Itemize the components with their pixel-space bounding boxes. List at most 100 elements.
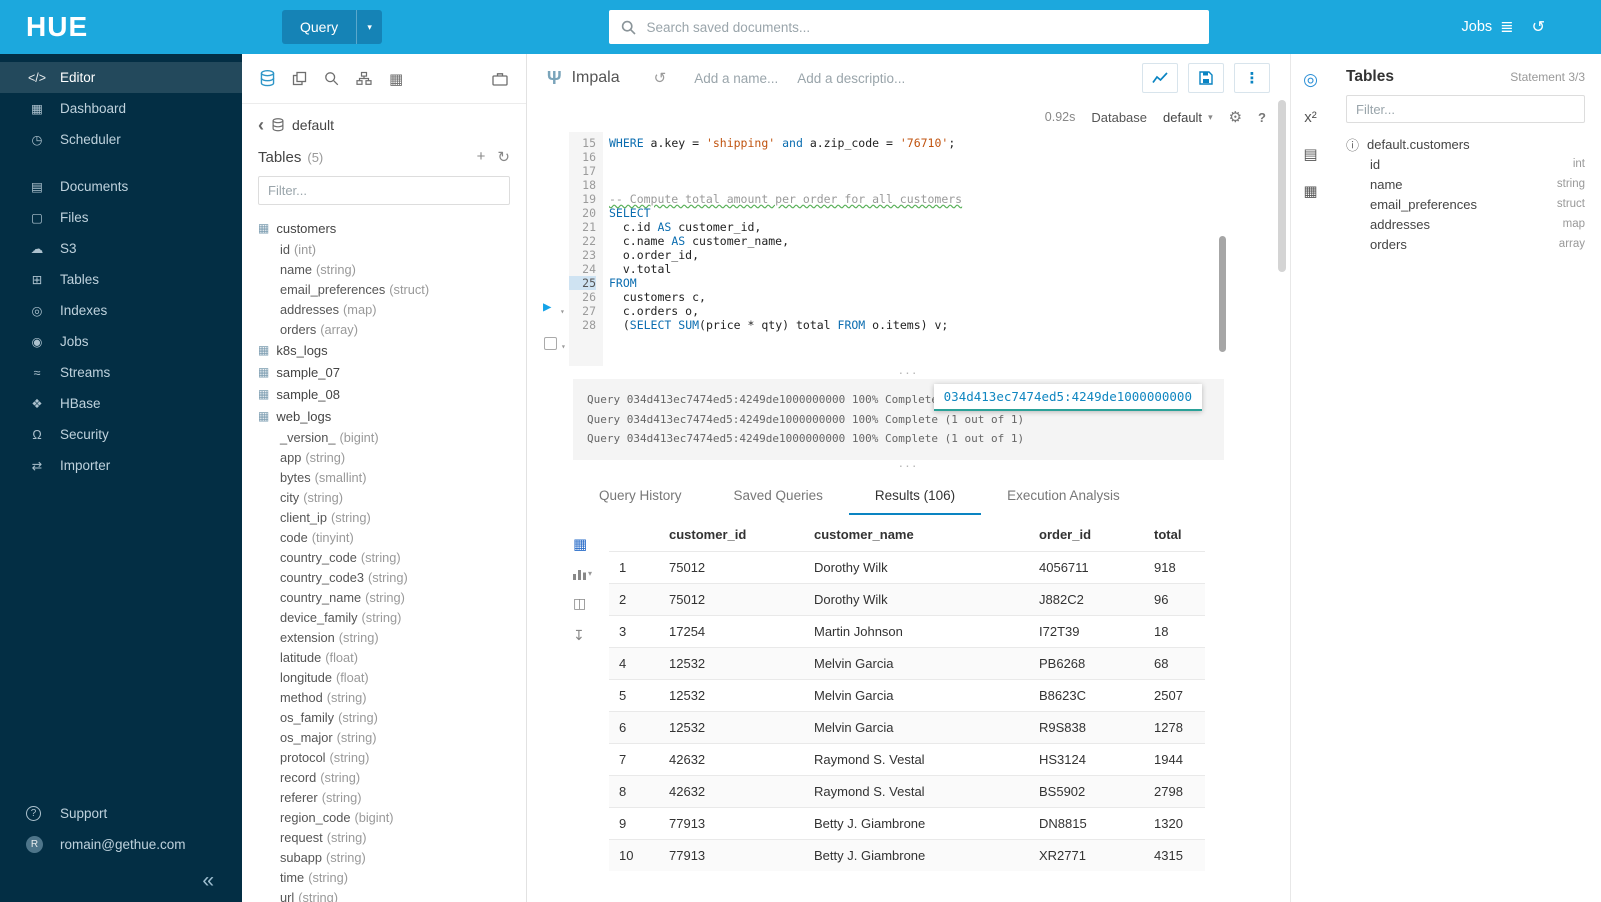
result-cell[interactable]: Raymond S. Vestal <box>804 743 1029 775</box>
assist-column-region-code[interactable]: region_code (bigint) <box>258 807 510 827</box>
databases-icon[interactable] <box>260 70 275 87</box>
assist-column-record[interactable]: record (string) <box>258 767 510 787</box>
assist-column-client-ip[interactable]: client_ip (string) <box>258 507 510 527</box>
query-id-popup[interactable]: 034d413ec7474ed5:4249de1000000000 <box>934 384 1202 411</box>
assist-column-os-major[interactable]: os_major (string) <box>258 727 510 747</box>
sidebar-item-support[interactable]: ? Support <box>0 798 242 829</box>
zoom-icon[interactable] <box>324 71 339 86</box>
history-icon[interactable]: ↺ <box>1532 17 1545 37</box>
result-cell[interactable]: PB6268 <box>1029 647 1144 679</box>
assist-table-sample-08[interactable]: ▦sample_08 <box>258 383 510 405</box>
result-cell[interactable]: 1278 <box>1144 711 1205 743</box>
results-col-total[interactable]: total <box>1144 519 1205 552</box>
sidebar-item-scheduler[interactable]: ◷Scheduler <box>0 124 242 155</box>
result-row[interactable]: 275012Dorothy WilkJ882C296 <box>609 583 1205 615</box>
tab-execution-analysis[interactable]: Execution Analysis <box>981 479 1146 515</box>
sitemap-icon[interactable] <box>356 71 372 86</box>
result-cell[interactable]: 12532 <box>659 679 804 711</box>
results-col-index[interactable] <box>609 519 659 552</box>
assist-column-orders[interactable]: orders (array) <box>258 319 510 339</box>
assist-column-referer[interactable]: referer (string) <box>258 787 510 807</box>
query-description-input[interactable] <box>795 70 920 87</box>
result-cell[interactable]: 12532 <box>659 647 804 679</box>
sidebar-collapse-button[interactable]: « <box>0 860 242 902</box>
execute-button[interactable]: ▶ <box>543 300 551 314</box>
save-button[interactable] <box>1188 63 1224 93</box>
assist-table-sample-07[interactable]: ▦sample_07 <box>258 361 510 383</box>
current-database[interactable]: default <box>292 117 334 133</box>
assist-column-addresses[interactable]: addresses (map) <box>258 299 510 319</box>
code-editor[interactable]: ▶ ▾ ▾ 1516171819202122232425262728 WHERE… <box>527 132 1290 366</box>
ra-column-email-preferences[interactable]: email_preferencesstruct <box>1346 194 1585 214</box>
assist-column-url[interactable]: url (string) <box>258 887 510 902</box>
results-col-customer-name[interactable]: customer_name <box>804 519 1029 552</box>
assist-column-app[interactable]: app (string) <box>258 447 510 467</box>
ra-column-orders[interactable]: ordersarray <box>1346 234 1585 254</box>
result-cell[interactable]: Dorothy Wilk <box>804 583 1029 615</box>
sidebar-item-dashboard[interactable]: ▦Dashboard <box>0 93 242 124</box>
assist-column-bytes[interactable]: bytes (smallint) <box>258 467 510 487</box>
tab-saved-queries[interactable]: Saved Queries <box>708 479 849 515</box>
assist-table-web-logs[interactable]: ▦web_logs <box>258 405 510 427</box>
result-cell[interactable]: Martin Johnson <box>804 615 1029 647</box>
tab-results-106[interactable]: Results (106) <box>849 479 981 515</box>
result-cell[interactable]: J882C2 <box>1029 583 1144 615</box>
result-row[interactable]: 175012Dorothy Wilk4056711918 <box>609 551 1205 583</box>
editor-scrollbar[interactable] <box>1219 236 1226 352</box>
result-row[interactable]: 412532Melvin GarciaPB626868 <box>609 647 1205 679</box>
resize-handle-top[interactable]: ··· <box>527 366 1290 377</box>
result-cell[interactable]: 4315 <box>1144 839 1205 871</box>
assist-column-country-code[interactable]: country_code (string) <box>258 547 510 567</box>
hue-logo[interactable]: HUE <box>26 11 88 43</box>
result-cell[interactable]: Melvin Garcia <box>804 679 1029 711</box>
ra-column-name[interactable]: namestring <box>1346 174 1585 194</box>
assist-column-request[interactable]: request (string) <box>258 827 510 847</box>
result-cell[interactable]: 77913 <box>659 807 804 839</box>
result-cell[interactable]: 1944 <box>1144 743 1205 775</box>
result-cell[interactable]: R9S838 <box>1029 711 1144 743</box>
ra-column-id[interactable]: idint <box>1346 154 1585 174</box>
resize-handle-bottom[interactable]: ··· <box>527 460 1290 471</box>
result-cell[interactable]: Dorothy Wilk <box>804 551 1029 583</box>
language-reference-icon[interactable]: ▤ <box>1303 145 1317 163</box>
refresh-icon[interactable]: ↻ <box>497 148 510 166</box>
sidebar-item-user[interactable]: R romain@gethue.com <box>0 829 242 860</box>
result-cell[interactable]: 2798 <box>1144 775 1205 807</box>
assist-table-k8s-logs[interactable]: ▦k8s_logs <box>258 339 510 361</box>
assistant-icon[interactable]: ◎ <box>1303 70 1318 90</box>
assist-table-customers[interactable]: ▦customers <box>258 217 510 239</box>
assist-column-method[interactable]: method (string) <box>258 687 510 707</box>
chart-view-icon[interactable]: ▾ <box>573 568 609 580</box>
assist-column-city[interactable]: city (string) <box>258 487 510 507</box>
sidebar-item-streams[interactable]: ≈Streams <box>0 357 242 388</box>
result-cell[interactable]: 17254 <box>659 615 804 647</box>
download-icon[interactable]: ↧ <box>573 627 609 644</box>
assist-column-country-name[interactable]: country_name (string) <box>258 587 510 607</box>
assist-column-device-family[interactable]: device_family (string) <box>258 607 510 627</box>
results-col-customer-id[interactable]: customer_id <box>659 519 804 552</box>
result-cell[interactable]: 42632 <box>659 775 804 807</box>
help-icon[interactable]: ? <box>1258 110 1266 125</box>
sidebar-item-documents[interactable]: ▤Documents <box>0 171 242 202</box>
columns-view-icon[interactable]: ◫ <box>573 595 609 612</box>
assist-column-extension[interactable]: extension (string) <box>258 627 510 647</box>
execute-options-caret[interactable]: ▾ <box>560 305 565 319</box>
apps-grid-icon[interactable]: ▦ <box>389 70 403 88</box>
result-row[interactable]: 317254Martin JohnsonI72T3918 <box>609 615 1205 647</box>
sidebar-item-hbase[interactable]: ❖HBase <box>0 388 242 419</box>
results-col-order-id[interactable]: order_id <box>1029 519 1144 552</box>
right-assist-filter-input[interactable] <box>1346 95 1585 123</box>
search-input[interactable] <box>645 19 1197 36</box>
assist-column-longitude[interactable]: longitude (float) <box>258 667 510 687</box>
result-row[interactable]: 977913Betty J. GiambroneDN88151320 <box>609 807 1205 839</box>
result-row[interactable]: 842632Raymond S. VestalBS59022798 <box>609 775 1205 807</box>
result-cell[interactable]: Betty J. Giambrone <box>804 839 1029 871</box>
schedule-icon[interactable]: ▦ <box>1303 182 1317 200</box>
result-cell[interactable]: 75012 <box>659 551 804 583</box>
active-table-row[interactable]: ⓘ default.customers <box>1346 135 1585 154</box>
assist-column-code[interactable]: code (tinyint) <box>258 527 510 547</box>
query-history-icon[interactable]: ↺ <box>654 69 667 87</box>
add-table-icon[interactable]: + <box>477 148 486 166</box>
result-cell[interactable]: 18 <box>1144 615 1205 647</box>
tables-filter-input[interactable] <box>258 176 510 205</box>
